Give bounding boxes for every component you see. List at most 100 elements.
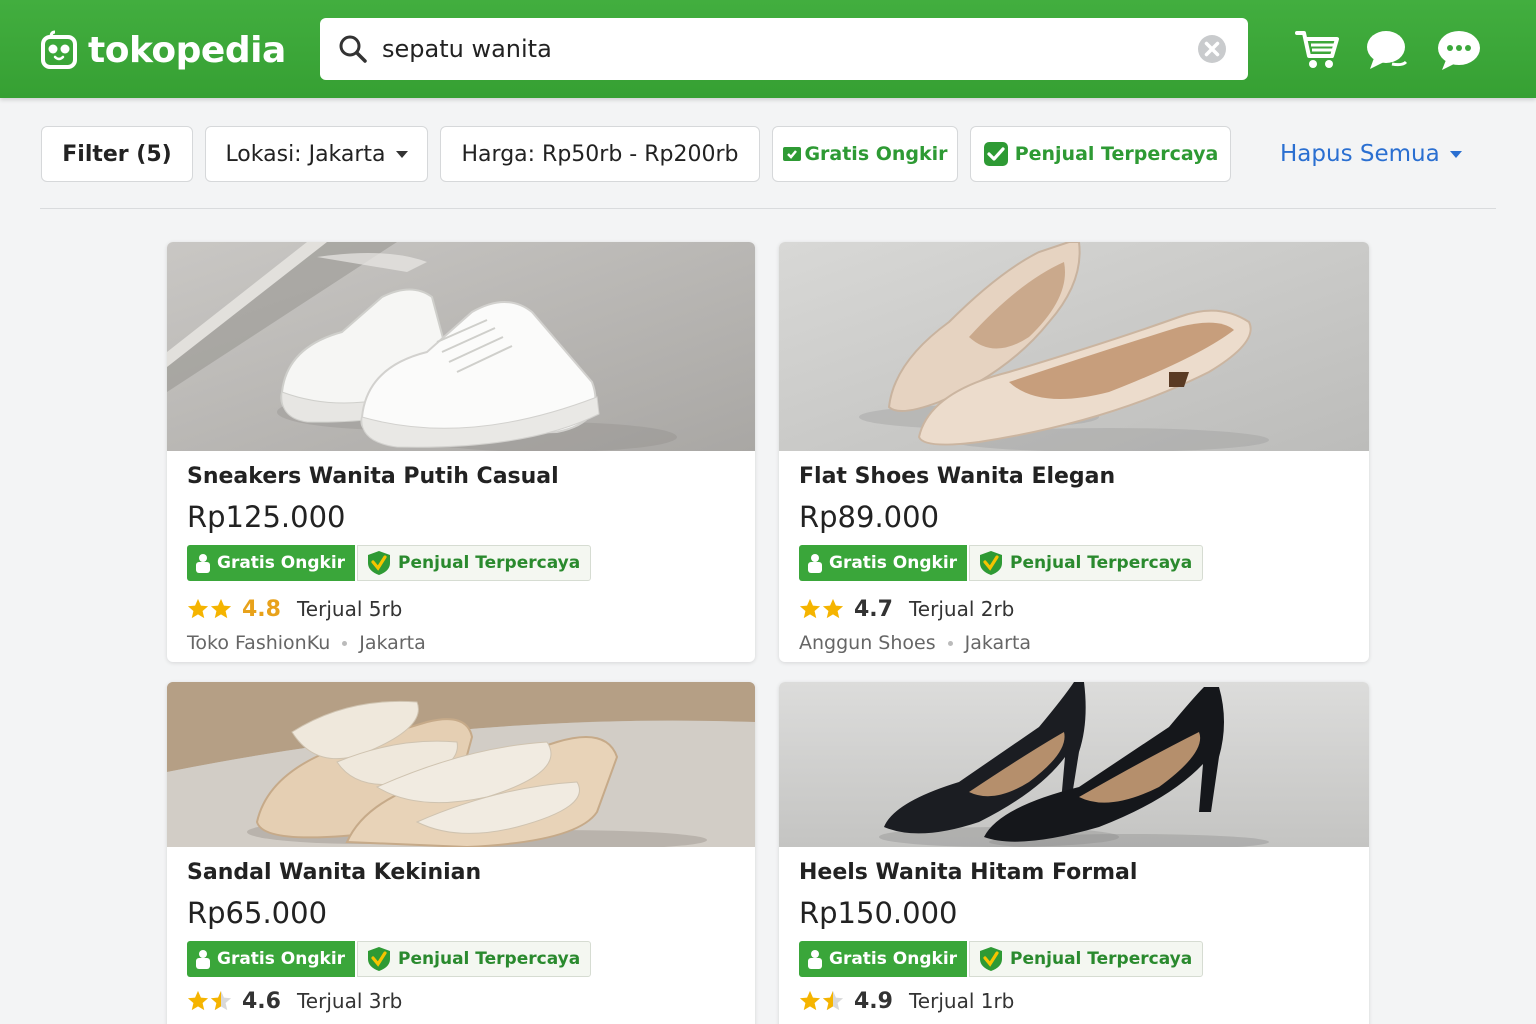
sold-count: Terjual 5rb (296, 597, 403, 621)
gratis-ongkir-chip[interactable]: Gratis Ongkir (772, 126, 958, 182)
star-icon (210, 598, 232, 619)
bag-icon (808, 554, 822, 573)
product-image (167, 682, 755, 847)
filter-divider (40, 208, 1496, 209)
penjual-terpercaya-chip[interactable]: Penjual Terpercaya (970, 126, 1231, 182)
gratis-ongkir-text: Gratis Ongkir (829, 949, 958, 969)
gratis-ongkir-label: Gratis Ongkir (804, 143, 948, 165)
star-rating (187, 990, 232, 1012)
sold-count: Terjual 2rb (908, 597, 1015, 621)
gratis-ongkir-text: Gratis Ongkir (217, 553, 346, 573)
bag-icon (808, 950, 822, 969)
product-image (167, 242, 755, 451)
shop-name[interactable]: Anggun Shoes (799, 632, 936, 654)
shield-check-icon (368, 947, 391, 971)
penjual-terpercaya-badge: Penjual Terpercaya (357, 545, 592, 581)
star-half-icon (210, 990, 232, 1011)
product-badges: Gratis Ongkir Penjual Terpercaya (799, 941, 1204, 977)
separator-dot (342, 640, 348, 646)
rating-row: 4.9 Terjual 1rb (799, 986, 1014, 1016)
truck-icon (783, 147, 802, 161)
shop-row: Anggun Shoes Jakarta (799, 632, 1031, 654)
shop-location: Jakarta (964, 632, 1032, 654)
rating-value: 4.6 (242, 988, 281, 1014)
product-price: Rp150.000 (799, 896, 958, 930)
search-input[interactable] (382, 18, 1182, 80)
gratis-ongkir-badge: Gratis Ongkir (187, 941, 356, 977)
shop-row: Toko FashionKu Jakarta (187, 632, 426, 654)
penjual-terpercaya-text: Penjual Terpercaya (1010, 949, 1193, 969)
sold-count: Terjual 1rb (908, 989, 1015, 1013)
penjual-terpercaya-text: Penjual Terpercaya (398, 949, 581, 969)
star-icon (187, 990, 209, 1011)
gratis-ongkir-badge: Gratis Ongkir (799, 545, 968, 581)
product-card[interactable]: Flat Shoes Wanita Elegan Rp89.000 Gratis… (779, 242, 1369, 662)
star-icon (799, 990, 821, 1011)
rating-row: 4.7 Terjual 2rb (799, 594, 1014, 624)
product-card[interactable]: Sandal Wanita Kekinian Rp65.000 Gratis O… (167, 682, 755, 1024)
product-price: Rp89.000 (799, 500, 940, 534)
separator-dot (947, 640, 953, 646)
bag-icon (196, 554, 210, 573)
clear-icon[interactable] (1196, 33, 1228, 65)
shield-check-icon (980, 551, 1003, 575)
location-dropdown[interactable]: Lokasi: Jakarta (205, 126, 428, 182)
search-icon (339, 35, 367, 63)
message-icon[interactable] (1434, 26, 1482, 74)
star-icon (187, 598, 209, 619)
filter-button[interactable]: Filter (5) (41, 126, 193, 182)
star-half-icon (822, 990, 844, 1011)
product-card[interactable]: Sneakers Wanita Putih Casual Rp125.000 G… (167, 242, 755, 662)
clear-all-link[interactable]: Hapus Semua (1280, 138, 1462, 170)
gratis-ongkir-text: Gratis Ongkir (829, 553, 958, 573)
logo-text: tokopedia (88, 29, 286, 71)
chat-icon[interactable] (1362, 26, 1410, 74)
chevron-down-icon (395, 150, 408, 158)
penjual-terpercaya-text: Penjual Terpercaya (398, 553, 581, 573)
product-title[interactable]: Heels Wanita Hitam Formal (799, 860, 1137, 885)
product-title[interactable]: Sandal Wanita Kekinian (187, 860, 481, 885)
tokopedia-logo-icon (41, 30, 77, 69)
price-filter-chip[interactable]: Harga: Rp50rb - Rp200rb (440, 126, 760, 182)
penjual-terpercaya-label: Penjual Terpercaya (1014, 143, 1219, 165)
product-image (779, 682, 1369, 847)
gratis-ongkir-badge: Gratis Ongkir (799, 941, 968, 977)
product-price: Rp125.000 (187, 500, 346, 534)
clear-all-label: Hapus Semua (1280, 141, 1440, 167)
search-bar (320, 18, 1248, 80)
shield-check-icon (368, 551, 391, 575)
star-rating (799, 990, 844, 1012)
star-icon (799, 598, 821, 619)
product-price: Rp65.000 (187, 896, 328, 930)
chevron-down-icon (1449, 150, 1462, 158)
location-label: Lokasi: Jakarta (225, 141, 386, 167)
cart-icon[interactable] (1294, 26, 1342, 74)
product-badges: Gratis Ongkir Penjual Terpercaya (187, 941, 592, 977)
gratis-ongkir-badge: Gratis Ongkir (187, 545, 356, 581)
product-card[interactable]: Heels Wanita Hitam Formal Rp150.000 Grat… (779, 682, 1369, 1024)
penjual-terpercaya-badge: Penjual Terpercaya (969, 545, 1204, 581)
product-title[interactable]: Sneakers Wanita Putih Casual (187, 464, 559, 489)
product-badges: Gratis Ongkir Penjual Terpercaya (187, 545, 592, 581)
rating-row: 4.8 Terjual 5rb (187, 594, 402, 624)
rating-value: 4.7 (854, 596, 893, 622)
rating-value: 4.9 (854, 988, 893, 1014)
star-rating (799, 598, 844, 620)
shop-name[interactable]: Toko FashionKu (187, 632, 330, 654)
filter-label: Filter (5) (62, 141, 172, 167)
product-badges: Gratis Ongkir Penjual Terpercaya (799, 545, 1204, 581)
gratis-ongkir-text: Gratis Ongkir (217, 949, 346, 969)
tokopedia-logo[interactable]: tokopedia (40, 28, 286, 72)
star-rating (187, 598, 232, 620)
shop-location: Jakarta (359, 632, 426, 654)
shield-check-icon (983, 142, 1008, 166)
top-header: tokopedia (0, 0, 1536, 98)
price-filter-label: Harga: Rp50rb - Rp200rb (461, 141, 739, 167)
bag-icon (196, 950, 210, 969)
product-title[interactable]: Flat Shoes Wanita Elegan (799, 464, 1115, 489)
rating-row: 4.6 Terjual 3rb (187, 986, 402, 1016)
shield-check-icon (980, 947, 1003, 971)
penjual-terpercaya-badge: Penjual Terpercaya (969, 941, 1204, 977)
penjual-terpercaya-badge: Penjual Terpercaya (357, 941, 592, 977)
star-icon (822, 598, 844, 619)
